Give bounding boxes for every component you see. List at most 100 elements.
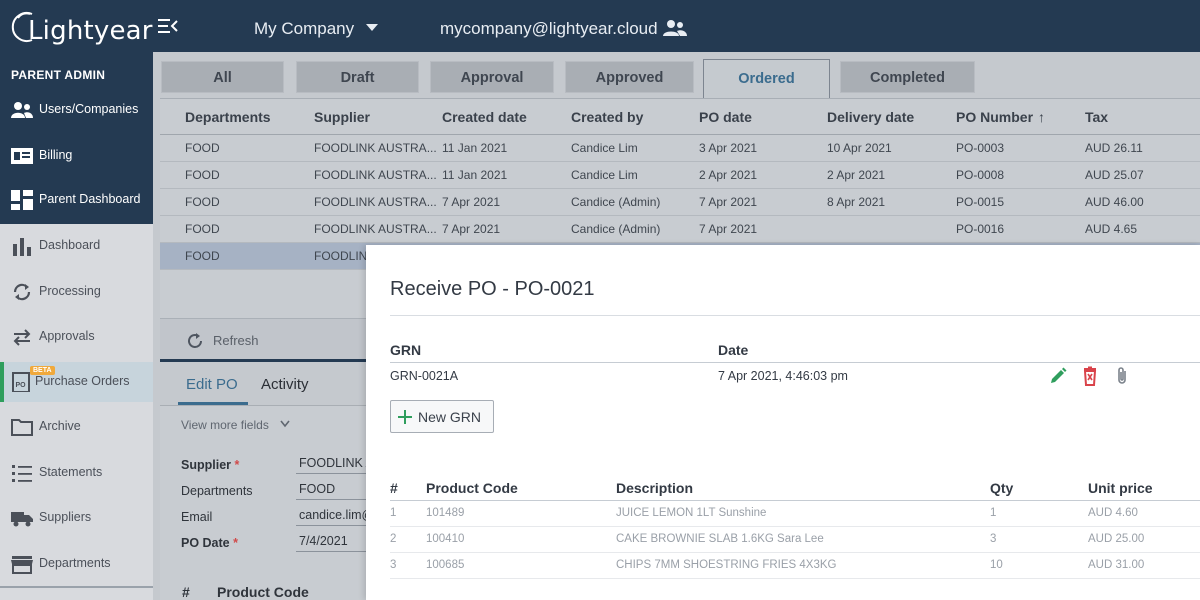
tab-draft[interactable]: Draft bbox=[296, 61, 419, 93]
po-date-field[interactable]: 7/4/2021 bbox=[296, 530, 376, 552]
cell: Candice Lim bbox=[571, 141, 638, 155]
table-row[interactable]: FOOD FOODLINK AUSTRA... 11 Jan 2021 Cand… bbox=[160, 135, 1200, 162]
po-doc-icon: PO bbox=[12, 372, 30, 392]
sidebar-item-label: Archive bbox=[39, 419, 81, 433]
supplier-field[interactable]: FOODLINK A bbox=[296, 452, 376, 474]
users-icon bbox=[11, 102, 33, 118]
cell: 7 Apr 2021 bbox=[699, 195, 758, 209]
tab-approved[interactable]: Approved bbox=[565, 61, 694, 93]
refresh-button[interactable]: Refresh bbox=[213, 333, 259, 348]
email-field[interactable]: candice.lim@ bbox=[296, 504, 376, 526]
tab-ordered[interactable]: Ordered bbox=[703, 59, 830, 99]
cell: FOOD bbox=[185, 249, 220, 263]
sidebar-item-archive[interactable]: Archive bbox=[0, 407, 153, 447]
sidebar-item-approvals[interactable]: Approvals bbox=[0, 317, 153, 357]
delete-trash-icon[interactable] bbox=[1080, 366, 1100, 386]
sidebar-item-departments[interactable]: Departments bbox=[0, 544, 153, 584]
table-row[interactable]: FOOD FOODLINK AUSTRA... 7 Apr 2021 Candi… bbox=[160, 189, 1200, 216]
cell: 7 Apr 2021 bbox=[699, 222, 758, 236]
divider bbox=[390, 362, 1200, 363]
sidebar-item-label: Suppliers bbox=[39, 510, 92, 524]
sidebar-item-purchase-orders[interactable]: PO BETA Purchase Orders bbox=[0, 362, 153, 402]
sidebar-item-label: Processing bbox=[39, 284, 101, 298]
cell: Candice Lim bbox=[571, 168, 638, 182]
required-mark: * bbox=[233, 536, 238, 550]
menu-collapse-icon[interactable] bbox=[158, 18, 180, 34]
sidebar-item-label: Departments bbox=[39, 556, 111, 570]
col-product-code: Product Code bbox=[426, 480, 518, 496]
edit-pencil-icon[interactable] bbox=[1048, 366, 1068, 386]
cell: 8 Apr 2021 bbox=[827, 195, 886, 209]
view-more-fields-link[interactable]: View more fields bbox=[181, 418, 269, 432]
cell: CHIPS 7MM SHOESTRING FRIES 4X3KG bbox=[616, 559, 837, 571]
sidebar-item-label: Statements bbox=[39, 465, 103, 479]
cell: 3 Apr 2021 bbox=[699, 141, 758, 155]
col-description: Description bbox=[616, 480, 694, 496]
col-qty: Qty bbox=[990, 480, 1014, 496]
cell: 10 bbox=[990, 559, 1003, 571]
col-tax[interactable]: Tax bbox=[1085, 109, 1108, 125]
section-title: PARENT ADMIN bbox=[11, 68, 106, 82]
tab-activity[interactable]: Activity bbox=[261, 376, 309, 393]
parent-admin-section: PARENT ADMIN Users/Companies Billing Par… bbox=[0, 52, 153, 224]
new-grn-button[interactable]: New GRN bbox=[390, 400, 494, 433]
sidebar-item-parent-dashboard[interactable]: Parent Dashboard bbox=[0, 180, 153, 220]
attachment-paperclip-icon[interactable] bbox=[1112, 366, 1132, 386]
cell: AUD 4.60 bbox=[1088, 507, 1138, 519]
cell: AUD 25.07 bbox=[1085, 168, 1144, 182]
grn-header: GRN bbox=[390, 342, 422, 358]
cell: FOODLINK AUSTRA... bbox=[314, 168, 437, 182]
chevron-down-icon[interactable] bbox=[280, 420, 290, 428]
refresh-icon[interactable] bbox=[186, 332, 204, 350]
sidebar-item-users-companies[interactable]: Users/Companies bbox=[0, 90, 153, 130]
folder-icon bbox=[11, 419, 33, 436]
product-row[interactable]: 2 100410 CAKE BROWNIE SLAB 1.6KG Sara Le… bbox=[390, 527, 1200, 553]
cell: 11 Jan 2021 bbox=[442, 168, 508, 182]
caret-down-icon[interactable] bbox=[366, 22, 378, 32]
cell: 7 Apr 2021 bbox=[442, 195, 501, 209]
dialog-title: Receive PO - PO-0021 bbox=[390, 278, 595, 300]
cell: AUD 46.00 bbox=[1085, 195, 1144, 209]
col-created-date[interactable]: Created date bbox=[442, 109, 527, 125]
departments-field[interactable]: FOOD bbox=[296, 478, 376, 500]
table-row[interactable]: FOOD FOODLINK AUSTRA... 11 Jan 2021 Cand… bbox=[160, 162, 1200, 189]
cell: FOODLINK AUSTRA... bbox=[314, 195, 437, 209]
table-row[interactable]: FOOD FOODLINK AUSTRA... 7 Apr 2021 Candi… bbox=[160, 216, 1200, 243]
cell: 100685 bbox=[426, 559, 465, 571]
tab-edit-po[interactable]: Edit PO bbox=[186, 376, 238, 393]
sidebar-item-processing[interactable]: Processing bbox=[0, 272, 153, 312]
sort-asc-icon[interactable]: ↑ bbox=[1038, 109, 1045, 125]
tab-completed[interactable]: Completed bbox=[840, 61, 975, 93]
svg-text:PO: PO bbox=[16, 382, 27, 389]
tab-approval[interactable]: Approval bbox=[430, 61, 554, 93]
label-text: PO Date bbox=[181, 536, 230, 550]
col-po-number[interactable]: PO Number bbox=[956, 109, 1033, 125]
users-icon[interactable] bbox=[663, 19, 687, 37]
sidebar-item-statements[interactable]: Statements bbox=[0, 453, 153, 493]
sidebar-item-dashboard[interactable]: Dashboard bbox=[0, 226, 153, 266]
required-mark: * bbox=[234, 458, 240, 472]
tab-all[interactable]: All bbox=[161, 61, 284, 93]
cell: 10 Apr 2021 bbox=[827, 141, 892, 155]
bar-chart-icon bbox=[13, 238, 31, 256]
product-row[interactable]: 1 101489 JUICE LEMON 1LT Sunshine 1 AUD … bbox=[390, 501, 1200, 527]
col-supplier[interactable]: Supplier bbox=[314, 109, 370, 125]
sidebar-item-suppliers[interactable]: Suppliers bbox=[0, 498, 153, 538]
company-selector[interactable]: My Company bbox=[254, 19, 354, 39]
sidebar-item-billing[interactable]: Billing bbox=[0, 136, 153, 176]
cell: FOOD bbox=[185, 222, 220, 236]
cell: Candice (Admin) bbox=[571, 222, 661, 236]
label-text: Supplier bbox=[181, 458, 232, 472]
col-po-date[interactable]: PO date bbox=[699, 109, 752, 125]
cell: 7 Apr 2021 bbox=[442, 222, 501, 236]
cell: PO-0008 bbox=[956, 168, 1005, 182]
divider bbox=[390, 315, 1200, 316]
cell: 2 Apr 2021 bbox=[827, 168, 886, 182]
product-row[interactable]: 3 100685 CHIPS 7MM SHOESTRING FRIES 4X3K… bbox=[390, 553, 1200, 579]
logo-text: Lightyear bbox=[28, 16, 153, 46]
status-tabs: All Draft Approval Approved Ordered Comp… bbox=[153, 52, 1200, 99]
col-delivery-date[interactable]: Delivery date bbox=[827, 109, 914, 125]
grn-number[interactable]: GRN-0021A bbox=[390, 369, 458, 383]
col-created-by[interactable]: Created by bbox=[571, 109, 643, 125]
col-departments[interactable]: Departments bbox=[185, 109, 271, 125]
